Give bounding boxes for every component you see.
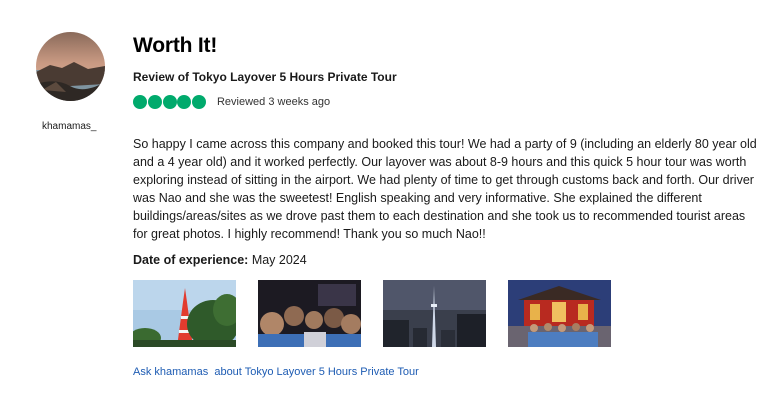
rating-bubble-icon	[177, 95, 192, 109]
ask-reviewer: Ask khamamas about Tokyo Layover 5 Hours…	[133, 366, 758, 378]
date-of-experience-value: May 2024	[251, 253, 307, 267]
review-title: Worth It!	[133, 34, 218, 57]
reviewer-username[interactable]: khamamas_	[42, 121, 96, 132]
ask-reviewer-link[interactable]: Ask khamamas	[133, 366, 208, 378]
tokyo-tower-photo[interactable]	[133, 280, 236, 347]
review-body: So happy I came across this company and …	[133, 137, 757, 241]
date-of-experience: Date of experience: May 2024	[133, 252, 758, 269]
ask-about-product-link[interactable]: about Tokyo Layover 5 Hours Private Tour	[214, 366, 418, 378]
review-photos	[133, 280, 758, 347]
review-product-name[interactable]: Review of Tokyo Layover 5 Hours Private …	[133, 69, 758, 85]
date-of-experience-label: Date of experience:	[133, 253, 249, 267]
rating-row: Reviewed 3 weeks ago	[133, 95, 758, 109]
review-card: Worth It! Review of Tokyo Layover 5 Hour…	[133, 33, 758, 378]
rating-bubble-icon	[147, 95, 162, 109]
rating-bubble-icon	[133, 95, 147, 109]
avatar[interactable]	[36, 32, 105, 101]
rating-bubble-icon	[192, 95, 207, 109]
coastal-landscape-avatar-image	[36, 32, 105, 101]
review-date: Reviewed 3 weeks ago	[216, 96, 331, 108]
rating-bubble-icon	[162, 95, 177, 109]
skytree-night-photo[interactable]	[383, 280, 486, 347]
sensoji-temple-group-photo[interactable]	[508, 280, 611, 347]
group-night-selfie-photo[interactable]	[258, 280, 361, 347]
